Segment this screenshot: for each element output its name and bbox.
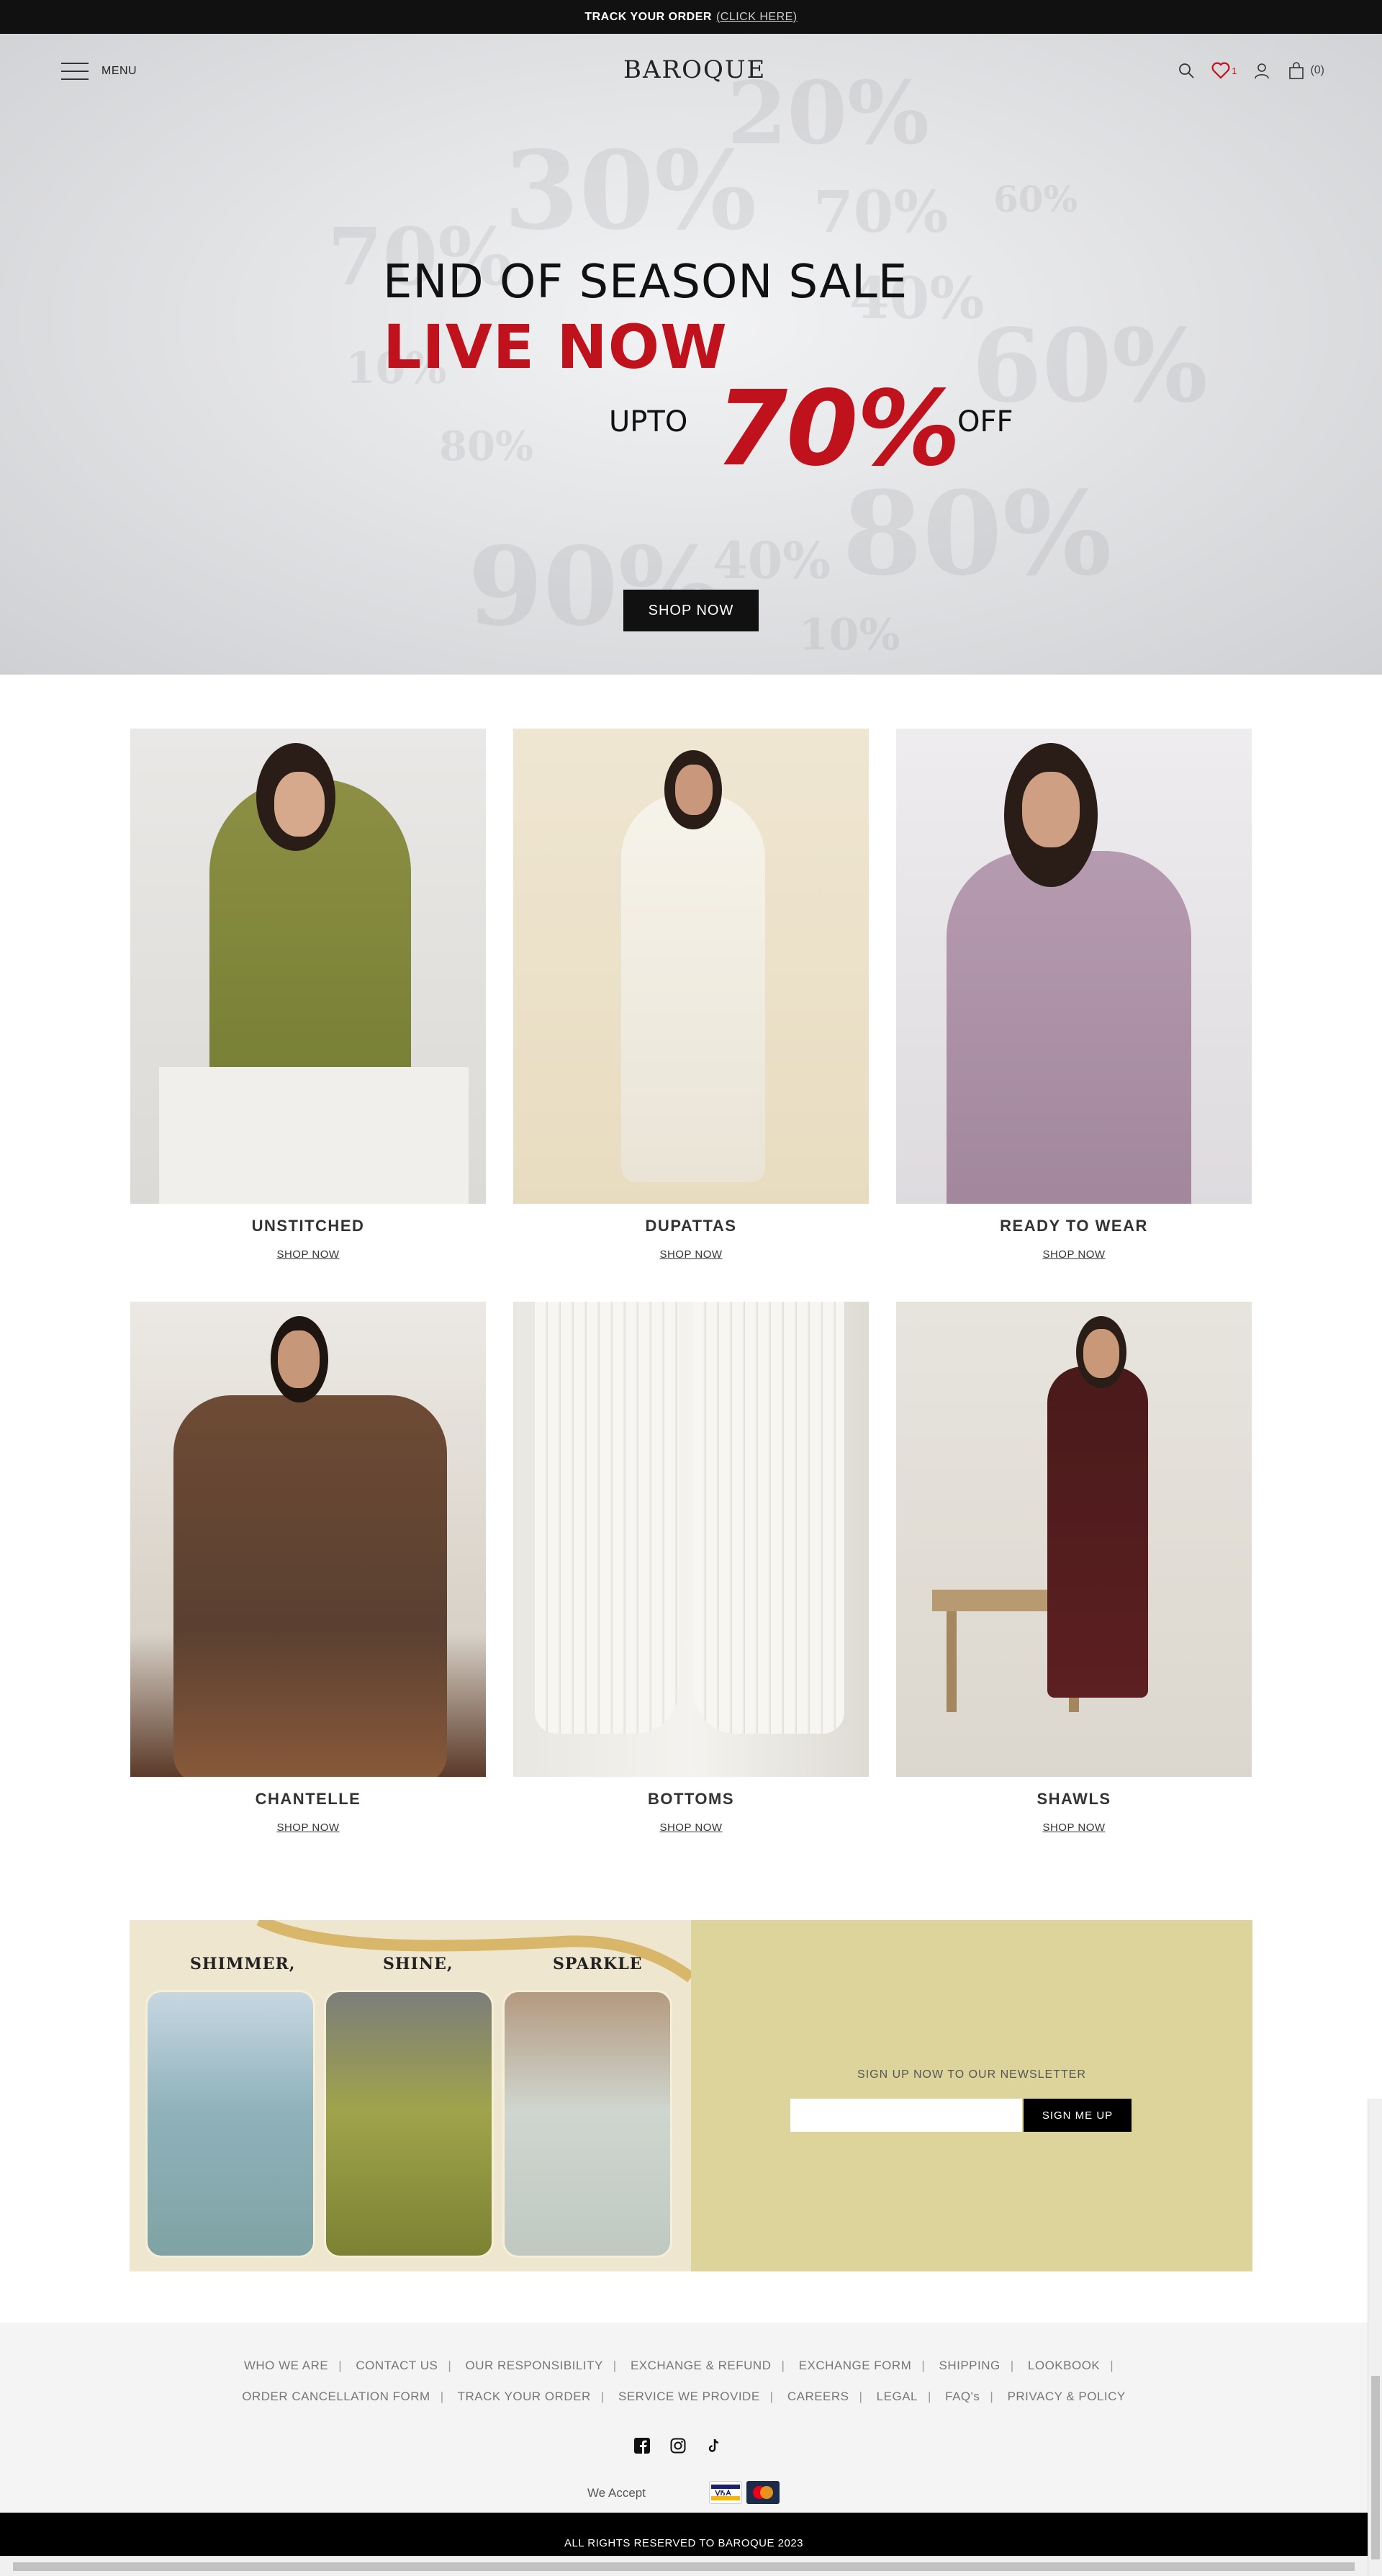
wishlist-heart-icon[interactable] <box>1211 61 1230 80</box>
category-name: CHANTELLE <box>255 1790 361 1808</box>
sale-percent: 70% <box>715 368 961 489</box>
category-image-dupattas[interactable] <box>513 729 869 1204</box>
shine-word: SHINE, <box>383 1955 453 1973</box>
menu-label: MENU <box>101 65 137 77</box>
vertical-scrollbar[interactable] <box>1368 2099 1382 2576</box>
category-card[interactable]: READY TO WEAR SHOP NOW <box>896 729 1252 1261</box>
sale-upto: UPTO <box>609 405 688 438</box>
copyright-bar: ALL RIGHTS RESERVED TO BAROQUE 2023 <box>0 2513 1368 2556</box>
bg-percent: 60% <box>993 178 1078 220</box>
category-name: DUPATTAS <box>645 1217 737 1235</box>
shopping-bag-icon[interactable] <box>1287 61 1306 80</box>
hero-shop-now-button[interactable]: SHOP NOW <box>623 590 759 631</box>
hero-banner: 20% 30% 70% 60% 70% 40% 10% 60% 80% 80% … <box>0 34 1382 675</box>
category-image-chantelle[interactable] <box>130 1302 486 1777</box>
footer-link[interactable]: TRACK YOUR ORDER <box>458 2390 591 2403</box>
announcement-bar: TRACK YOUR ORDER (CLICK HERE) <box>0 0 1382 34</box>
instagram-icon[interactable] <box>669 2437 687 2454</box>
cart-count: (0) <box>1310 64 1324 76</box>
sale-live-now: LIVE NOW <box>383 312 728 382</box>
footer-link[interactable]: FAQ's <box>945 2390 980 2403</box>
footer-link[interactable]: EXCHANGE & REFUND <box>631 2359 772 2372</box>
sign-me-up-button[interactable]: SIGN ME UP <box>1024 2099 1132 2132</box>
category-shop-now-link[interactable]: SHOP NOW <box>130 1821 486 1834</box>
category-card[interactable]: DUPATTAS SHOP NOW <box>513 729 869 1261</box>
category-image-unstitched[interactable] <box>130 729 486 1204</box>
payment-cards <box>709 2481 780 2504</box>
sparkle-word: SPARKLE <box>553 1955 643 1973</box>
header-icons: 1 (0) <box>1177 61 1324 80</box>
footer-link[interactable]: OUR RESPONSIBILITY <box>465 2359 602 2372</box>
category-image-shawls[interactable] <box>896 1302 1252 1777</box>
facebook-icon[interactable] <box>633 2437 651 2454</box>
vertical-scrollbar-thumb[interactable] <box>1371 2376 1380 2559</box>
user-account-icon[interactable] <box>1252 61 1271 80</box>
newsletter-signup-panel: SIGN UP NOW TO OUR NEWSLETTER SIGN ME UP <box>691 1920 1252 2271</box>
footer-link[interactable]: WHO WE ARE <box>244 2359 328 2372</box>
footer-link[interactable]: SERVICE WE PROVIDE <box>618 2390 760 2403</box>
category-name: READY TO WEAR <box>1000 1217 1148 1235</box>
baroque-logo[interactable]: BAROQUE <box>623 55 764 84</box>
category-card[interactable]: UNSTITCHED SHOP NOW <box>130 729 486 1261</box>
newsletter-email-input[interactable] <box>790 2099 1022 2132</box>
newsletter-banner-image: SHIMMER, SHINE, SPARKLE <box>130 1920 691 2271</box>
sale-title: END OF SEASON SALE <box>383 256 908 309</box>
hamburger-icon <box>61 63 89 80</box>
category-name: BOTTOMS <box>647 1790 735 1808</box>
wishlist-count: 1 <box>1232 65 1237 76</box>
footer-links-row-1: WHO WE ARE | CONTACT US | OUR RESPONSIBILI… <box>243 2359 1114 2372</box>
footer-link[interactable]: PRIVACY & POLICY <box>1008 2390 1126 2403</box>
horizontal-scrollbar-thumb[interactable] <box>13 2562 1355 2571</box>
footer-link[interactable]: CONTACT US <box>356 2359 438 2372</box>
category-card[interactable]: SHAWLS SHOP NOW <box>896 1302 1252 1834</box>
footer-links-row-2: ORDER CANCELLATION FORM | TRACK YOUR ORDE… <box>242 2390 1126 2403</box>
bg-percent: 70% <box>813 178 949 246</box>
social-links <box>633 2437 723 2454</box>
category-image-ready-to-wear[interactable] <box>896 729 1252 1204</box>
category-shop-now-link[interactable]: SHOP NOW <box>130 1248 486 1261</box>
mastercard-icon <box>746 2481 780 2504</box>
footer-link[interactable]: LOOKBOOK <box>1028 2359 1100 2372</box>
search-icon[interactable] <box>1177 61 1196 80</box>
bg-percent: 80% <box>439 423 534 470</box>
category-name: UNSTITCHED <box>251 1217 365 1235</box>
footer-link[interactable]: EXCHANGE FORM <box>799 2359 912 2372</box>
copyright-text: ALL RIGHTS RESERVED TO BAROQUE 2023 <box>564 2537 804 2549</box>
bg-percent: 40% <box>713 531 831 590</box>
shimmer-word: SHIMMER, <box>190 1955 296 1973</box>
track-order-link[interactable]: (CLICK HERE) <box>716 11 798 24</box>
we-accept-label: We Accept <box>587 2486 646 2500</box>
newsletter-photo <box>502 1990 672 2258</box>
visa-card-icon <box>709 2481 742 2504</box>
footer-link[interactable]: ORDER CANCELLATION FORM <box>242 2390 430 2403</box>
category-name: SHAWLS <box>1036 1790 1111 1808</box>
category-shop-now-link[interactable]: SHOP NOW <box>513 1821 869 1834</box>
category-shop-now-link[interactable]: SHOP NOW <box>896 1248 1252 1261</box>
newsletter-photo <box>324 1990 494 2258</box>
menu-button[interactable]: MENU <box>61 63 137 80</box>
site-header: MENU BAROQUE 1 (0) <box>0 34 1382 106</box>
footer-link[interactable]: CAREERS <box>787 2390 849 2403</box>
horizontal-scrollbar[interactable] <box>0 2556 1368 2576</box>
category-card[interactable]: CHANTELLE SHOP NOW <box>130 1302 486 1834</box>
bg-percent: 30% <box>504 127 757 254</box>
newsletter-photo <box>145 1990 315 2258</box>
footer-link[interactable]: LEGAL <box>877 2390 918 2403</box>
footer-link[interactable]: SHIPPING <box>939 2359 1000 2372</box>
site-footer: WHO WE ARE | CONTACT US | OUR RESPONSIBILI… <box>0 2323 1368 2513</box>
newsletter-section: SHIMMER, SHINE, SPARKLE SIGN UP NOW TO O… <box>130 1920 1252 2271</box>
tiktok-icon[interactable] <box>705 2437 723 2454</box>
bg-percent: 10% <box>799 610 900 660</box>
category-shop-now-link[interactable]: SHOP NOW <box>896 1821 1252 1834</box>
category-card[interactable]: BOTTOMS SHOP NOW <box>513 1302 869 1834</box>
announcement-text: TRACK YOUR ORDER <box>584 10 712 23</box>
category-image-bottoms[interactable] <box>513 1302 869 1777</box>
category-shop-now-link[interactable]: SHOP NOW <box>513 1248 869 1261</box>
newsletter-title: SIGN UP NOW TO OUR NEWSLETTER <box>857 2068 1086 2081</box>
sale-off: OFF <box>957 405 1013 438</box>
